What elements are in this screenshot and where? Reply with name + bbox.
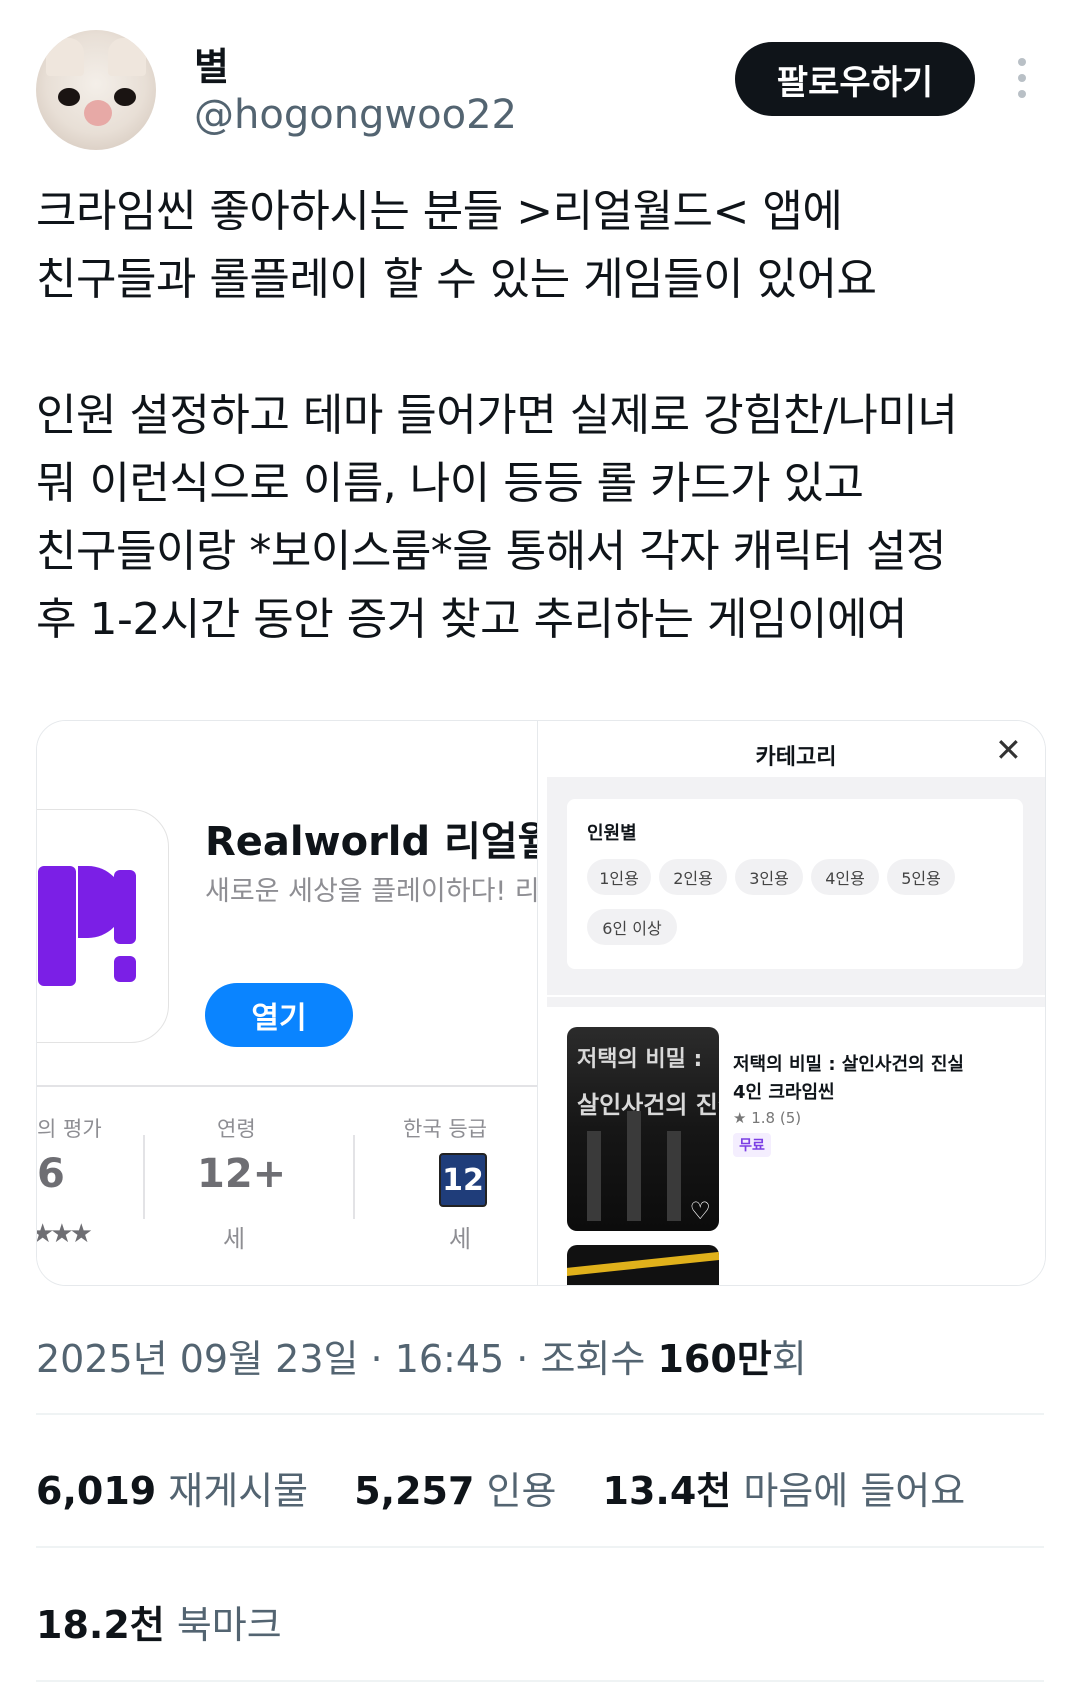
dot: [1018, 58, 1026, 66]
chip-4[interactable]: 4인용: [811, 859, 879, 895]
avatar[interactable]: [36, 30, 156, 150]
quotes-stat[interactable]: 5,257 인용: [354, 1469, 556, 1513]
reposts-stat[interactable]: 6,019 재게시물: [36, 1469, 308, 1513]
divider: [547, 997, 1045, 1007]
age-value: 12+: [197, 1151, 287, 1197]
game-thumbnail[interactable]: 저택의 비밀 : 살인사건의 진실 ♡: [567, 1027, 719, 1231]
divider: [37, 1085, 537, 1087]
reposts-count: 6,019: [36, 1469, 157, 1513]
close-icon[interactable]: ✕: [995, 731, 1022, 769]
divider: [36, 1546, 1044, 1548]
dot: [1018, 74, 1026, 82]
user-handle[interactable]: @hogongwoo22: [194, 92, 517, 138]
tweet-line: 친구들과 롤플레이 할 수 있는 게임들이 있어요: [36, 254, 877, 305]
divider: [36, 1680, 1044, 1682]
tweet-line: 크라임씬 좋아하시는 분들 >리얼월드< 앱에: [36, 186, 843, 237]
rating-value: 6: [37, 1151, 65, 1197]
tweet-time[interactable]: 16:45: [395, 1337, 505, 1381]
quotes-label: 인용: [486, 1469, 557, 1513]
views-suffix: 회: [771, 1337, 807, 1381]
open-app-button[interactable]: 열기: [205, 983, 353, 1047]
bookmarks-count: 18.2천: [36, 1603, 165, 1647]
more-options-icon[interactable]: [1010, 58, 1034, 98]
app-subtitle: 새로운 세상을 플레이하다! 리: [205, 876, 538, 907]
tweet-meta: 2025년 09월 23일 · 16:45 · 조회수 160만회: [36, 1337, 807, 1381]
tweet-date[interactable]: 2025년 09월 23일: [36, 1337, 358, 1381]
avatar-ear: [108, 38, 146, 76]
media-grid[interactable]: Realworld 리얼월! 새로운 세상을 플레이하다! 리 열기 의 평가 …: [36, 720, 1046, 1286]
dot: [1018, 90, 1026, 98]
category-section-label: 인원별: [587, 823, 637, 844]
likes-label: 마음에 들어요: [743, 1469, 966, 1513]
divider: [143, 1135, 145, 1219]
age-unit: 세: [223, 1225, 246, 1253]
game-thumbnail[interactable]: [567, 1245, 719, 1285]
category-screenshot[interactable]: 카테고리 ✕ 인원별 1인용 2인용 3인용 4인용 5인용 6인 이상 저택의…: [547, 721, 1045, 1285]
thumbnail-subtitle: 살인사건의 진실: [577, 1091, 719, 1119]
age-label: 연령: [217, 1117, 256, 1141]
display-name[interactable]: 별: [194, 36, 229, 91]
avatar-nose: [84, 100, 112, 126]
quotes-count: 5,257: [354, 1469, 475, 1513]
app-icon: [37, 809, 169, 1043]
thumbnail-title: 저택의 비밀 :: [577, 1047, 703, 1072]
game-title-line: 4인 크라임씬: [733, 1082, 835, 1103]
divider: [353, 1135, 355, 1219]
app-store-screenshot[interactable]: Realworld 리얼월! 새로운 세상을 플레이하다! 리 열기 의 평가 …: [37, 721, 538, 1285]
chip-5[interactable]: 5인용: [887, 859, 955, 895]
tweet-text: 크라임씬 좋아하시는 분들 >리얼월드< 앱에 친구들과 롤플레이 할 수 있는…: [36, 178, 1066, 654]
korea-rating-unit: 세: [449, 1225, 472, 1253]
game-title[interactable]: 저택의 비밀 : 살인사건의 진실 4인 크라임씬: [733, 1051, 964, 1107]
rating-label: 의 평가: [37, 1117, 102, 1141]
game-rating: ★ 1.8 (5): [733, 1109, 801, 1127]
likes-stat[interactable]: 13.4천 마음에 들어요: [603, 1469, 966, 1513]
follow-button[interactable]: 팔로우하기: [735, 42, 975, 116]
divider: [36, 1413, 1044, 1415]
heart-icon[interactable]: ♡: [689, 1197, 711, 1225]
chip-6[interactable]: 6인 이상: [587, 909, 677, 945]
tweet-line: 인원 설정하고 테마 들어가면 실제로 강힘찬/나미녀: [36, 390, 958, 441]
star-icon: ★★★: [37, 1219, 93, 1249]
chip-1[interactable]: 1인용: [587, 859, 651, 895]
tweet-line: 친구들이랑 *보이스룸*을 통해서 각자 캐릭터 설정: [36, 526, 947, 577]
avatar-eye: [114, 88, 136, 106]
game-title-line: 저택의 비밀 : 살인사건의 진실: [733, 1054, 964, 1075]
category-title: 카테고리: [755, 745, 837, 770]
bookmarks-label: 북마크: [176, 1603, 282, 1647]
engagement-stats: 6,019 재게시물 5,257 인용 13.4천 마음에 들어요: [36, 1460, 999, 1515]
views-label: 조회수: [540, 1337, 646, 1381]
tweet-line: 후 1-2시간 동안 증거 찾고 추리하는 게임이에여: [36, 594, 907, 645]
age-rating-badge-icon: 12: [439, 1153, 487, 1207]
avatar-ear: [46, 38, 84, 76]
app-title: Realworld 리얼월!: [205, 819, 538, 865]
korea-rating-label: 한국 등급: [403, 1117, 487, 1141]
likes-count: 13.4천: [602, 1469, 732, 1513]
game-rating-value: 1.8 (5): [751, 1109, 802, 1127]
avatar-eye: [58, 88, 80, 106]
chip-2[interactable]: 2인용: [659, 859, 727, 895]
views-value: 160만: [657, 1337, 772, 1381]
reposts-label: 재게시물: [168, 1469, 309, 1513]
bookmarks-stat[interactable]: 18.2천 북마크: [36, 1594, 282, 1649]
chip-3[interactable]: 3인용: [735, 859, 803, 895]
tweet-line: 뭐 이런식으로 이름, 나이 등등 롤 카드가 있고: [36, 458, 864, 509]
star-icon: ★: [733, 1109, 747, 1127]
price-badge: 무료: [733, 1133, 771, 1157]
